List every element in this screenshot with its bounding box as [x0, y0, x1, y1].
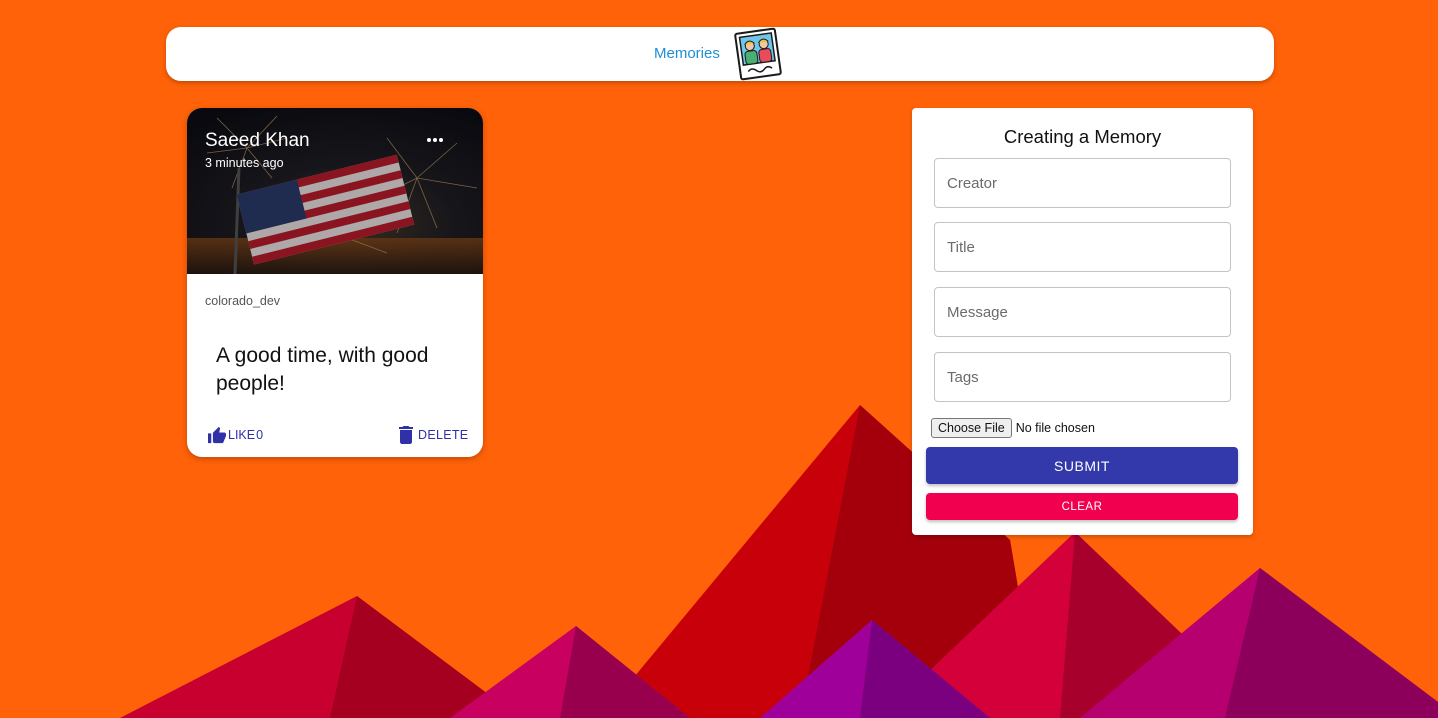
like-button[interactable]: LIKE 0 — [207, 425, 263, 445]
file-status: No file chosen — [1015, 421, 1095, 435]
post-tags: colorado_dev — [205, 294, 281, 308]
app-bar: Memories — [166, 27, 1274, 81]
post-timestamp: 3 minutes ago — [205, 156, 284, 170]
delete-button[interactable]: DELETE — [399, 425, 468, 445]
thumb-up-icon — [208, 426, 226, 444]
like-count: 0 — [256, 428, 264, 442]
form-title: Creating a Memory — [1003, 126, 1162, 147]
app-title[interactable]: Memories — [654, 45, 720, 62]
choose-file-button[interactable]: Choose File — [931, 418, 1012, 438]
memory-card: Saeed Khan 3 minutes ago colorado_dev A … — [187, 108, 483, 457]
file-upload: Choose File No file chosen — [931, 418, 1095, 438]
like-label: LIKE — [228, 428, 256, 442]
memories-photo-icon — [734, 27, 782, 81]
create-memory-form: Creating a Memory Choose File No file ch… — [912, 108, 1253, 535]
clear-button[interactable]: CLEAR — [926, 493, 1238, 520]
title-input[interactable] — [934, 222, 1231, 272]
post-creator: Saeed Khan — [205, 130, 310, 151]
post-message: A good time, with good people! — [216, 344, 429, 395]
message-input[interactable] — [934, 287, 1231, 337]
tags-input[interactable] — [934, 352, 1231, 402]
submit-button[interactable]: SUBMIT — [926, 447, 1238, 484]
trash-icon — [399, 426, 413, 444]
more-horizontal-icon[interactable] — [425, 134, 445, 146]
delete-label: DELETE — [418, 428, 469, 442]
creator-input[interactable] — [934, 158, 1231, 208]
